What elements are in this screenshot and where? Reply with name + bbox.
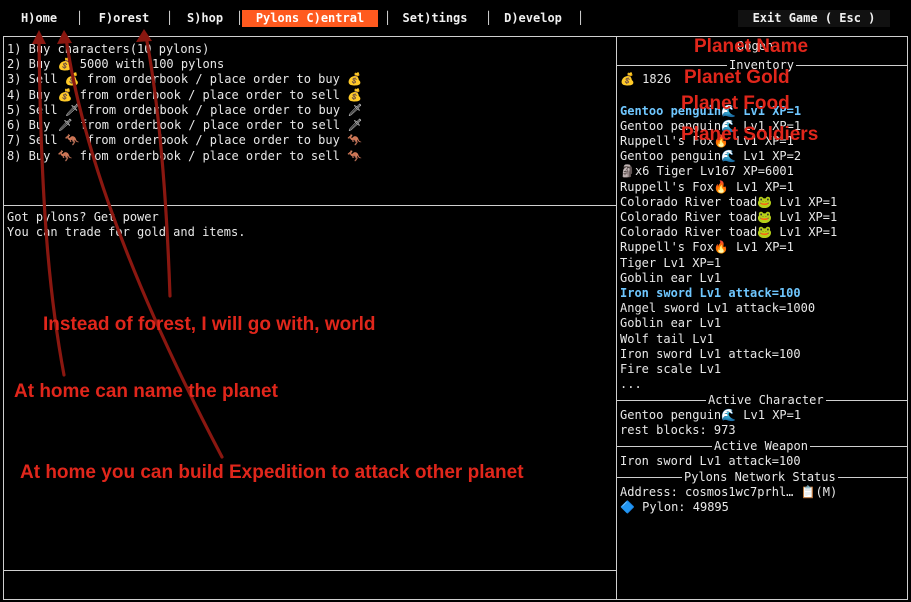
arrow-forest-world [144,34,172,298]
annotation-arrows [32,29,224,459]
annotation-planet-food: Planet Food [681,93,790,114]
annotation-home-name: At home can name the planet [14,381,278,402]
annotation-planet-name: Planet Name [694,36,809,57]
arrowhead [32,30,46,44]
annotation-home-expedition: At home you can build Expedition to atta… [20,462,524,483]
arrowhead [136,29,152,42]
annotation-forest-world: Instead of forest, I will go with, world [43,314,376,335]
annotation-planet-soldiers: Planet Soldiers [681,124,819,145]
annotation-planet-gold: Planet Gold [684,67,790,88]
arrowhead [57,30,72,44]
